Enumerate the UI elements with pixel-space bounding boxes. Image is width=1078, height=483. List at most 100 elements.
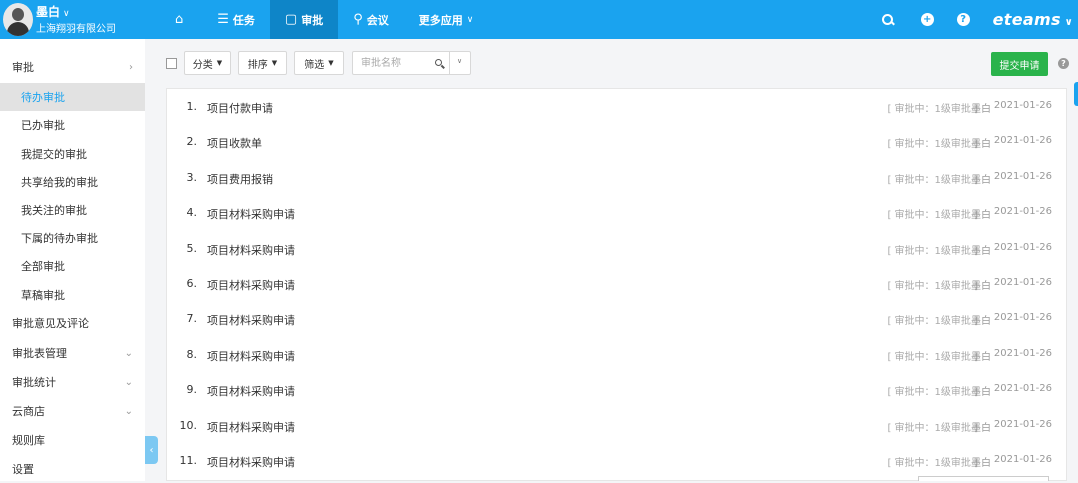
- nav-more-apps[interactable]: 更多应用 ∨: [404, 0, 489, 39]
- item-status: [ 审批中：1级审批 ]: [887, 281, 978, 292]
- sidebar-collapse-toggle[interactable]: ‹: [145, 436, 158, 464]
- user-menu[interactable]: 墨白 ∨ 上海翔羽有限公司: [0, 0, 150, 39]
- caret-down-icon: ▼: [271, 59, 278, 67]
- chevron-down-icon: ⌄: [124, 347, 133, 359]
- sidebar-item-label: 设置: [12, 463, 34, 476]
- item-title[interactable]: 项目付款申请: [207, 100, 273, 116]
- sidebar-item-label: 规则库: [12, 434, 45, 447]
- sidebar-item-label: 下属的待办审批: [21, 232, 98, 245]
- nav-home[interactable]: ⌂: [160, 0, 202, 39]
- sidebar-item-comments[interactable]: 审批意见及评论: [0, 309, 145, 337]
- sidebar-item-label: 审批统计: [12, 376, 56, 389]
- sidebar-item-pending[interactable]: 待办审批: [0, 83, 145, 111]
- search-divider: [449, 52, 450, 74]
- item-status: [ 审批中：1级审批 ]: [887, 104, 978, 115]
- list-item[interactable]: 8. 项目材料采购申请 [ 审批中：1级审批 ] 墨白 2021-01-26: [167, 337, 1066, 372]
- sidebar-item-draft[interactable]: 草稿审批: [0, 281, 145, 309]
- list-item[interactable]: 1. 项目付款申请 [ 审批中：1级审批 ] 墨白 2021-01-26: [167, 89, 1066, 124]
- item-title[interactable]: 项目收款单: [207, 135, 262, 151]
- item-date: 2021-01-26: [993, 383, 1052, 395]
- sidebar-item-label: 共享给我的审批: [21, 176, 98, 189]
- list-item[interactable]: 4. 项目材料采购申请 [ 审批中：1级审批 ] 墨白 2021-01-26: [167, 195, 1066, 230]
- nav-tasks[interactable]: ☰ 任务: [202, 0, 270, 39]
- sidebar-item-label: 审批意见及评论: [12, 317, 89, 330]
- sidebar-item-all[interactable]: 全部审批: [0, 252, 145, 280]
- user-name-dropdown[interactable]: 墨白 ∨: [36, 3, 70, 20]
- sidebar-item-settings[interactable]: 设置: [0, 455, 145, 483]
- nav-meeting[interactable]: ⚲ 会议: [338, 0, 404, 39]
- item-author: 墨白: [971, 316, 991, 328]
- item-title[interactable]: 项目材料采购申请: [207, 206, 295, 222]
- item-number: 1.: [186, 100, 198, 113]
- list-item[interactable]: 2. 项目收款单 [ 审批中：1级审批 ] 墨白 2021-01-26: [167, 124, 1066, 159]
- list-item[interactable]: 6. 项目材料采购申请 [ 审批中：1级审批 ] 墨白 2021-01-26: [167, 266, 1066, 301]
- item-status: [ 审批中：1级审批 ]: [887, 422, 978, 434]
- item-title[interactable]: 项目材料采购申请: [207, 312, 295, 328]
- list-item[interactable]: 9. 项目材料采购申请 [ 审批中：1级审批 ] 墨白 2021-01-26: [167, 372, 1066, 407]
- item-status: [ 审批中：1级审批 ]: [887, 139, 978, 151]
- search-icon[interactable]: [881, 13, 894, 26]
- item-author: 墨白: [971, 245, 991, 257]
- list-item[interactable]: 11. 项目材料采购申请 [ 审批中：1级审批 ] 墨白 2021-01-26: [167, 443, 1066, 478]
- item-author: 墨白: [971, 174, 991, 186]
- category-label: 分类: [192, 59, 213, 71]
- sidebar-item-label: 审批表管理: [12, 347, 67, 360]
- chevron-down-icon[interactable]: ∨: [457, 57, 462, 65]
- sidebar-item-subordinate[interactable]: 下属的待办审批: [0, 224, 145, 252]
- brand-menu[interactable]: eteams ∨: [993, 10, 1073, 29]
- select-all-checkbox[interactable]: [166, 58, 177, 69]
- item-title[interactable]: 项目材料采购申请: [207, 419, 295, 435]
- item-date: 2021-01-26: [993, 418, 1052, 430]
- search-icon[interactable]: [435, 59, 444, 68]
- category-dropdown[interactable]: 分类 ▼: [184, 51, 231, 75]
- item-title[interactable]: 项目材料采购申请: [207, 454, 295, 470]
- sidebar-item-form-management[interactable]: 审批表管理 ⌄: [0, 339, 145, 367]
- nav-approval-label: 审批: [301, 13, 324, 27]
- item-date: 2021-01-26: [993, 135, 1052, 147]
- filter-label: 筛选: [304, 59, 325, 71]
- list-item[interactable]: 10. 项目材料采购申请 [ 审批中：1级审批 ] 墨白 2021-01-26: [167, 408, 1066, 443]
- chevron-left-icon: ‹: [149, 444, 154, 456]
- list-item[interactable]: 3. 项目费用报销 [ 审批中：1级审批 ] 墨白 2021-01-26: [167, 160, 1066, 195]
- avatar[interactable]: [3, 3, 33, 36]
- right-drawer-tab[interactable]: [1074, 82, 1078, 106]
- filter-dropdown[interactable]: 筛选 ▼: [294, 51, 344, 75]
- approval-icon: ▢: [284, 12, 298, 27]
- chevron-down-icon: ∨: [63, 9, 70, 19]
- help-icon[interactable]: ?: [956, 13, 970, 26]
- item-number: 2.: [186, 135, 198, 149]
- sidebar-item-cloud-store[interactable]: 云商店 ⌄: [0, 397, 145, 425]
- item-number: 10.: [179, 418, 198, 432]
- help-icon[interactable]: ?: [1058, 58, 1069, 69]
- item-title[interactable]: 项目材料采购申请: [207, 242, 295, 258]
- item-number: 3.: [186, 170, 198, 184]
- sidebar-item-shared[interactable]: 共享给我的审批: [0, 168, 145, 196]
- chevron-right-icon: ›: [129, 61, 133, 73]
- user-name: 墨白: [36, 5, 61, 19]
- list-item[interactable]: 7. 项目材料采购申请 [ 审批中：1级审批 ] 墨白 2021-01-26: [167, 301, 1066, 336]
- item-title[interactable]: 项目费用报销: [207, 171, 273, 187]
- sort-dropdown[interactable]: 排序 ▼: [238, 51, 287, 75]
- sidebar-item-submitted[interactable]: 我提交的审批: [0, 140, 145, 168]
- item-date: 2021-01-26: [993, 312, 1052, 324]
- item-date: 2021-01-26: [993, 277, 1052, 288]
- chevron-down-icon: ∨: [1060, 17, 1073, 28]
- item-date: 2021-01-26: [993, 100, 1052, 111]
- sidebar-item-rules[interactable]: 规则库: [0, 426, 145, 454]
- submit-application-button[interactable]: 提交申请: [991, 52, 1048, 76]
- item-number: 5.: [186, 241, 198, 255]
- item-title[interactable]: 项目材料采购申请: [207, 348, 295, 364]
- nav-approval[interactable]: ▢ 审批: [269, 0, 339, 39]
- list-item[interactable]: 5. 项目材料采购申请 [ 审批中：1级审批 ] 墨白 2021-01-26: [167, 231, 1066, 266]
- sidebar-item-done[interactable]: 已办审批: [0, 111, 145, 139]
- item-title[interactable]: 项目材料采购申请: [207, 277, 295, 293]
- search-input[interactable]: [361, 56, 431, 70]
- item-title[interactable]: 项目材料采购申请: [207, 383, 295, 399]
- sidebar-item-approval[interactable]: 审批 ›: [0, 53, 145, 81]
- item-number: 4.: [186, 206, 198, 220]
- top-right-tools: + ? eteams ∨: [881, 0, 1078, 39]
- add-icon[interactable]: +: [920, 13, 934, 26]
- sidebar-item-statistics[interactable]: 审批统计 ⌄: [0, 368, 145, 396]
- sidebar-item-followed[interactable]: 我关注的审批: [0, 196, 145, 224]
- item-status: [ 审批中：1级审批 ]: [887, 245, 978, 257]
